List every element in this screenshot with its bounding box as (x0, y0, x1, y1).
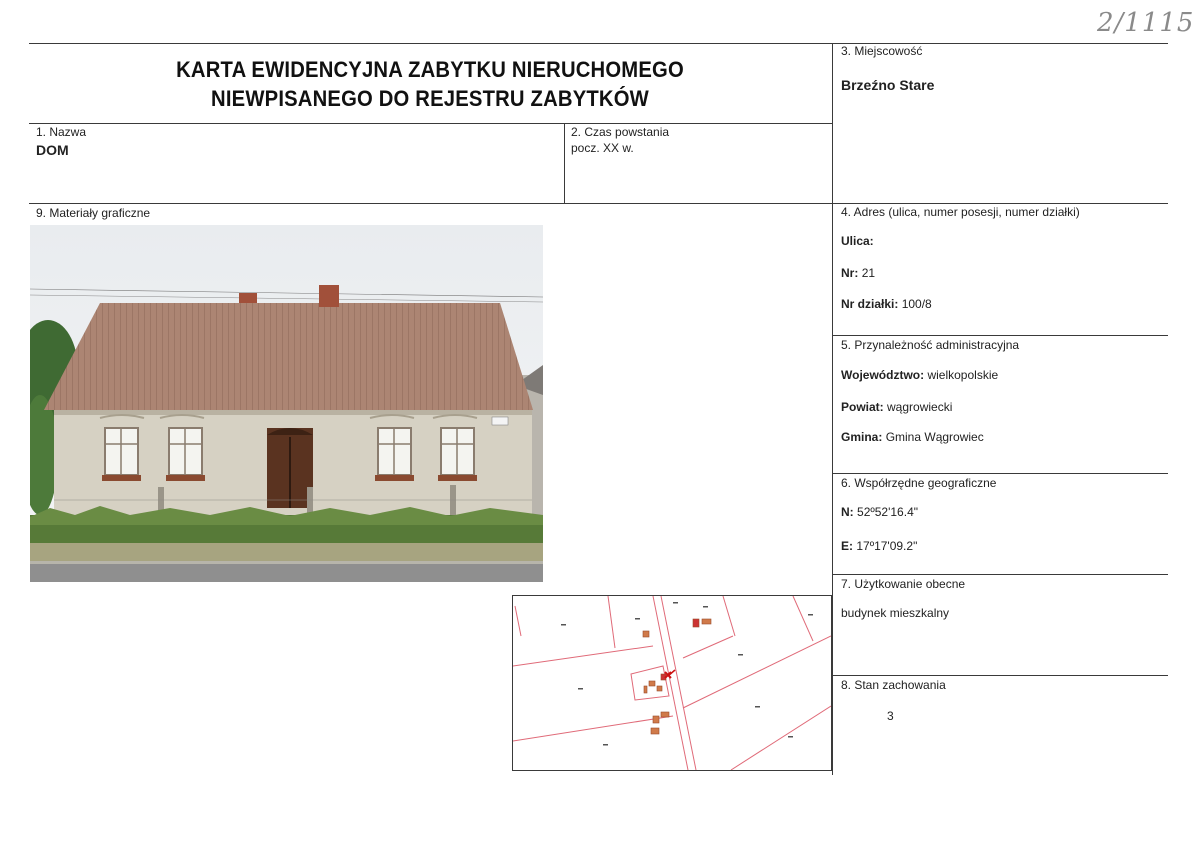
latitude-row: N: 52º52'16.4" (841, 505, 918, 519)
latitude-value: 52º52'16.4" (857, 505, 918, 519)
cadastral-map (512, 595, 832, 771)
latitude-label: N: (841, 505, 854, 519)
top-border (29, 43, 1168, 44)
graphics-label: 9. Materiały graficzne (36, 206, 151, 220)
name-value: DOM (36, 142, 69, 158)
usage-label: 7. Użytkowanie obecne (841, 577, 966, 591)
commune-value: Gmina Wągrowiec (885, 430, 984, 444)
county-label: Powiat: (841, 400, 884, 414)
cadastral-map-illustration (513, 596, 831, 770)
longitude-label: E: (841, 539, 853, 553)
longitude-value: 17º17'09.2" (856, 539, 918, 553)
title-bottom-border (29, 123, 833, 124)
house-photo (30, 225, 543, 582)
street-row: Ulica: (841, 234, 874, 248)
street-label: Ulica: (841, 234, 874, 248)
row1-bottom-border (29, 203, 1168, 204)
county-value: wągrowiecki (887, 400, 953, 414)
address-label: 4. Adres (ulica, numer posesji, numer dz… (841, 205, 1080, 219)
commune-row: Gmina: Gmina Wągrowiec (841, 430, 984, 444)
condition-label: 8. Stan zachowania (841, 678, 946, 692)
house-number-label: Nr: (841, 266, 859, 280)
plot-number-label: Nr działki: (841, 297, 899, 311)
plot-number-value: 100/8 (901, 297, 932, 311)
field4-bottom-border (833, 335, 1168, 336)
name-date-divider (564, 123, 565, 203)
archive-number: 2/1115 (1097, 8, 1195, 38)
admin-label: 5. Przynależność administracyjna (841, 338, 1020, 352)
field7-bottom-border (833, 675, 1168, 676)
longitude-row: E: 17º17'09.2" (841, 539, 917, 553)
field5-bottom-border (833, 473, 1168, 474)
voivodeship-label: Województwo: (841, 368, 925, 382)
plot-number-row: Nr działki: 100/8 (841, 297, 932, 311)
name-label: 1. Nazwa (36, 125, 87, 139)
locality-label: 3. Miejscowość (841, 44, 923, 58)
commune-label: Gmina: (841, 430, 883, 444)
date-label: 2. Czas powstania (571, 125, 670, 139)
main-vertical-divider (832, 43, 833, 775)
voivodeship-row: Województwo: wielkopolskie (841, 368, 998, 382)
coords-label: 6. Współrzędne geograficzne (841, 476, 997, 490)
house-photo-illustration (30, 225, 543, 582)
field6-bottom-border (833, 574, 1168, 575)
usage-value: budynek mieszkalny (841, 606, 950, 620)
house-number-value: 21 (861, 266, 876, 280)
title-line-2: NIEWPISANEGO DO REJESTRU ZABYTKÓW (211, 86, 649, 111)
voivodeship-value: wielkopolskie (927, 368, 999, 382)
date-value: pocz. XX w. (571, 141, 634, 155)
title-line-1: KARTA EWIDENCYJNA ZABYTKU NIERUCHOMEGO (176, 57, 684, 82)
locality-value: Brzeźno Stare (841, 77, 935, 93)
condition-value: 3 (887, 709, 894, 723)
county-row: Powiat: wągrowiecki (841, 400, 952, 414)
house-number-row: Nr: 21 (841, 266, 875, 280)
